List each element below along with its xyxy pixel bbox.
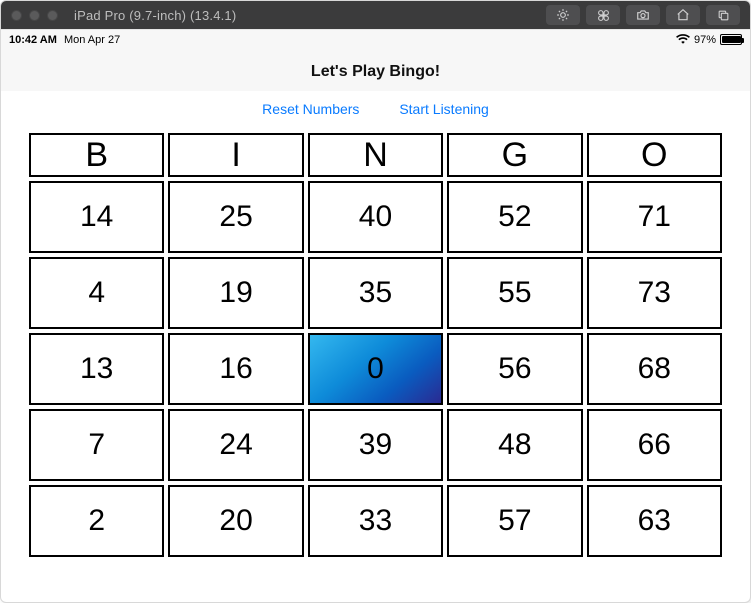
- minimize-icon[interactable]: [29, 10, 40, 21]
- bingo-header-i: I: [168, 133, 303, 177]
- bingo-cell[interactable]: 24: [168, 409, 303, 481]
- ios-status-bar: 10:42 AM Mon Apr 27 97%: [1, 29, 750, 49]
- toolbar-buttons: [546, 5, 740, 25]
- bingo-row: 14 25 40 52 71: [29, 181, 722, 253]
- app-header: Let's Play Bingo!: [1, 49, 750, 91]
- bingo-cell[interactable]: 7: [29, 409, 164, 481]
- close-icon[interactable]: [11, 10, 22, 21]
- bingo-header-b: B: [29, 133, 164, 177]
- copy-icon[interactable]: [706, 5, 740, 25]
- bingo-cell[interactable]: 4: [29, 257, 164, 329]
- bingo-cell[interactable]: 55: [447, 257, 582, 329]
- bingo-row: 4 19 35 55 73: [29, 257, 722, 329]
- bingo-cell[interactable]: 35: [308, 257, 443, 329]
- bingo-row: 7 24 39 48 66: [29, 409, 722, 481]
- bingo-cell[interactable]: 14: [29, 181, 164, 253]
- bingo-header-o: O: [587, 133, 722, 177]
- bingo-header-row: B I N G O: [29, 133, 722, 177]
- brightness-icon[interactable]: [546, 5, 580, 25]
- home-icon[interactable]: [666, 5, 700, 25]
- bingo-table: B I N G O 14 25 40 52 71 4 19: [25, 129, 726, 561]
- zoom-icon[interactable]: [47, 10, 58, 21]
- bingo-cell[interactable]: 2: [29, 485, 164, 557]
- simulator-window: iPad Pro (9.7-inch) (13.4.1) 10:42 AM Mo…: [0, 0, 751, 603]
- bingo-cell[interactable]: 71: [587, 181, 722, 253]
- window-title: iPad Pro (9.7-inch) (13.4.1): [74, 8, 236, 23]
- status-date: Mon Apr 27: [64, 34, 120, 46]
- bingo-cell[interactable]: 68: [587, 333, 722, 405]
- command-icon[interactable]: [586, 5, 620, 25]
- bingo-cell[interactable]: 16: [168, 333, 303, 405]
- window-titlebar: iPad Pro (9.7-inch) (13.4.1): [1, 1, 750, 29]
- bingo-cell[interactable]: 20: [168, 485, 303, 557]
- traffic-lights: [11, 10, 58, 21]
- battery-pct: 97%: [694, 34, 716, 46]
- bingo-cell[interactable]: 25: [168, 181, 303, 253]
- bingo-cell[interactable]: 56: [447, 333, 582, 405]
- reset-numbers-link[interactable]: Reset Numbers: [262, 101, 359, 117]
- bingo-cell[interactable]: 63: [587, 485, 722, 557]
- status-right: 97%: [676, 33, 742, 47]
- wifi-icon: [676, 33, 690, 47]
- bingo-header-n: N: [308, 133, 443, 177]
- start-listening-link[interactable]: Start Listening: [399, 101, 489, 117]
- bingo-card: B I N G O 14 25 40 52 71 4 19: [1, 129, 750, 581]
- bingo-header-g: G: [447, 133, 582, 177]
- status-time: 10:42 AM: [9, 34, 57, 46]
- page-title: Let's Play Bingo!: [1, 63, 750, 81]
- bingo-row: 13 16 0 56 68: [29, 333, 722, 405]
- bingo-cell-free[interactable]: 0: [308, 333, 443, 405]
- bingo-cell[interactable]: 19: [168, 257, 303, 329]
- bingo-cell[interactable]: 52: [447, 181, 582, 253]
- bingo-row: 2 20 33 57 63: [29, 485, 722, 557]
- bingo-cell[interactable]: 73: [587, 257, 722, 329]
- bingo-cell[interactable]: 48: [447, 409, 582, 481]
- bingo-cell[interactable]: 39: [308, 409, 443, 481]
- camera-icon[interactable]: [626, 5, 660, 25]
- bingo-cell[interactable]: 57: [447, 485, 582, 557]
- action-links: Reset Numbers Start Listening: [1, 91, 750, 129]
- battery-icon: [720, 34, 742, 45]
- bingo-cell[interactable]: 13: [29, 333, 164, 405]
- bingo-cell[interactable]: 66: [587, 409, 722, 481]
- status-time-date: 10:42 AM Mon Apr 27: [9, 34, 120, 46]
- bingo-cell[interactable]: 33: [308, 485, 443, 557]
- bingo-cell[interactable]: 40: [308, 181, 443, 253]
